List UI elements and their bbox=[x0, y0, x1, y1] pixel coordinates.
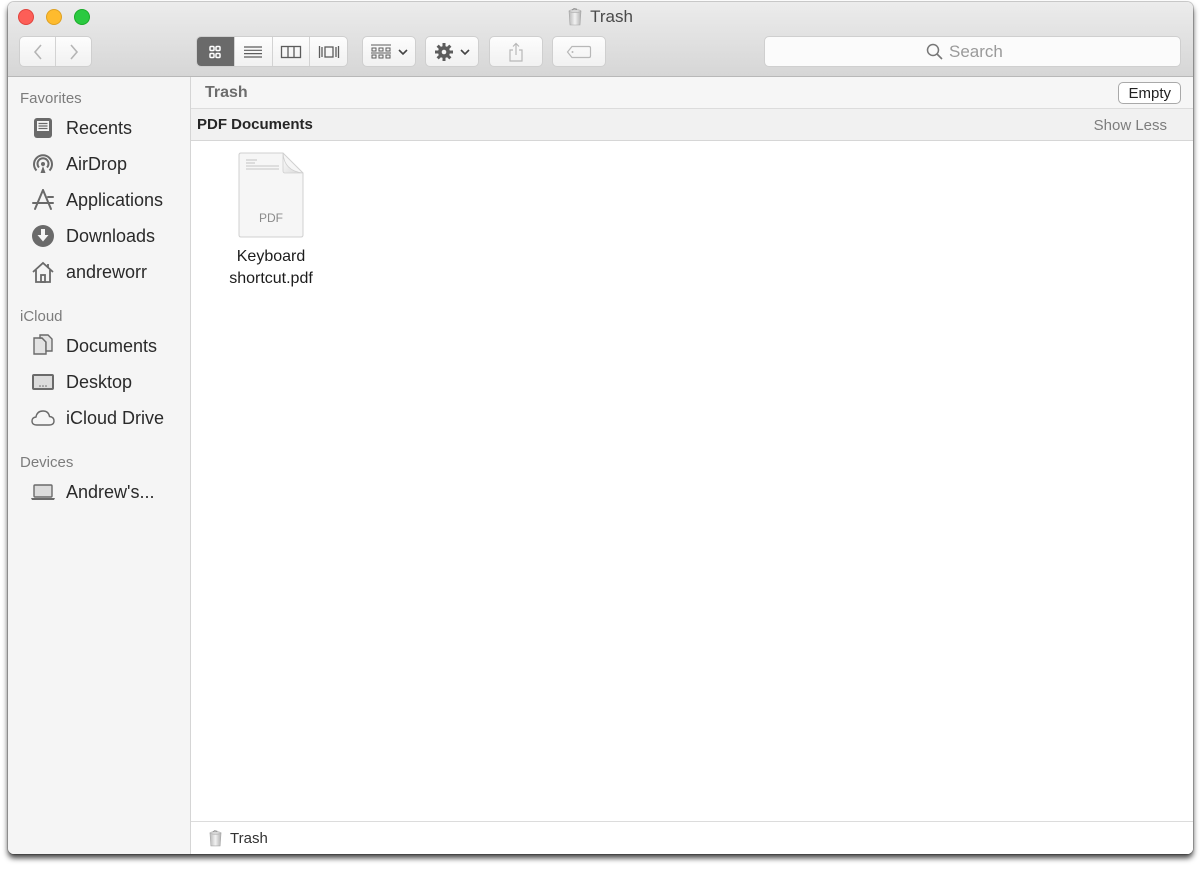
sidebar-section-icloud: iCloud bbox=[20, 308, 63, 325]
sidebar-item-label: Documents bbox=[66, 335, 158, 356]
icon-view-button[interactable] bbox=[197, 37, 234, 66]
location-header: Trash Empty bbox=[191, 77, 1193, 109]
cover-flow-icon bbox=[318, 45, 339, 58]
grid-icon bbox=[209, 45, 222, 58]
sidebar-item-label: Recents bbox=[66, 117, 133, 138]
location-title: Trash bbox=[205, 84, 248, 101]
file-name-line: Keyboard bbox=[236, 248, 306, 265]
file-item[interactable]: PDF Keyboard shortcut.pdf bbox=[216, 151, 326, 290]
sidebar-item-device[interactable]: Andrew's... bbox=[30, 477, 154, 507]
navigation-buttons bbox=[19, 36, 92, 67]
chevron-down-icon bbox=[398, 48, 408, 55]
sidebar-section-favorites: Favorites bbox=[20, 90, 82, 107]
list-icon bbox=[244, 45, 263, 58]
group-title: PDF Documents bbox=[197, 116, 313, 133]
sidebar-section-devices: Devices bbox=[20, 454, 74, 471]
share-icon bbox=[509, 42, 523, 62]
desktop-icon bbox=[30, 369, 56, 395]
sidebar-item-desktop[interactable]: Desktop bbox=[30, 367, 132, 397]
trash-icon bbox=[568, 8, 582, 26]
gear-icon bbox=[435, 42, 453, 61]
empty-trash-button[interactable]: Empty bbox=[1118, 82, 1181, 104]
sidebar-item-label: Applications bbox=[66, 189, 164, 210]
action-menu-button[interactable] bbox=[425, 36, 479, 67]
sidebar-item-downloads[interactable]: Downloads bbox=[30, 221, 155, 251]
file-type-badge: PDF bbox=[259, 211, 283, 225]
file-name-line: shortcut.pdf bbox=[229, 270, 313, 287]
recents-icon bbox=[30, 115, 56, 141]
cover-flow-view-button[interactable] bbox=[309, 37, 347, 66]
show-less-link[interactable]: Show Less bbox=[1094, 117, 1167, 134]
search-input[interactable] bbox=[949, 41, 1019, 62]
column-view-button[interactable] bbox=[271, 37, 310, 66]
arrange-menu-button[interactable] bbox=[362, 36, 416, 67]
pdf-file-icon: PDF bbox=[237, 151, 305, 239]
path-bar: Trash bbox=[191, 821, 1193, 854]
file-name: Keyboard shortcut.pdf bbox=[216, 246, 326, 290]
window-title-text: Trash bbox=[590, 7, 633, 26]
sidebar-item-label: andreworr bbox=[66, 261, 148, 282]
laptop-icon bbox=[30, 479, 56, 505]
sidebar-item-label: iCloud Drive bbox=[66, 407, 165, 428]
forward-button[interactable] bbox=[55, 37, 91, 66]
arrange-grid-icon bbox=[371, 44, 391, 58]
airdrop-icon bbox=[30, 151, 56, 177]
toolbar: Trash bbox=[8, 2, 1193, 77]
tag-icon bbox=[566, 45, 592, 58]
sidebar-item-label: Downloads bbox=[66, 225, 156, 246]
columns-icon bbox=[280, 45, 302, 58]
path-bar-label[interactable]: Trash bbox=[230, 830, 268, 847]
chevron-left-icon bbox=[33, 43, 42, 60]
list-view-button[interactable] bbox=[233, 37, 272, 66]
back-button[interactable] bbox=[20, 37, 55, 66]
sidebar-item-icloud-drive[interactable]: iCloud Drive bbox=[30, 403, 164, 433]
sidebar: Favorites Recents AirDrop Applications D… bbox=[8, 77, 191, 854]
home-icon bbox=[30, 259, 56, 285]
window-title: Trash bbox=[8, 7, 1193, 27]
sidebar-item-recents[interactable]: Recents bbox=[30, 113, 132, 143]
cloud-icon bbox=[30, 405, 56, 431]
sidebar-item-applications[interactable]: Applications bbox=[30, 185, 163, 215]
search-icon bbox=[926, 43, 943, 60]
trash-icon bbox=[209, 829, 222, 847]
applications-icon bbox=[30, 187, 56, 213]
documents-icon bbox=[30, 333, 56, 359]
sidebar-item-label: Desktop bbox=[66, 371, 133, 392]
search-field[interactable] bbox=[764, 36, 1181, 67]
downloads-icon bbox=[30, 223, 56, 249]
main-content: Trash Empty PDF Documents Show Less PDF … bbox=[191, 77, 1193, 854]
sidebar-item-documents[interactable]: Documents bbox=[30, 331, 157, 361]
tag-button[interactable] bbox=[552, 36, 606, 67]
sidebar-item-label: Andrew's... bbox=[66, 481, 155, 502]
share-button[interactable] bbox=[489, 36, 543, 67]
finder-window: Trash Search Favorites Recents AirDrop A… bbox=[8, 2, 1193, 854]
group-header: PDF Documents Show Less bbox=[191, 109, 1193, 141]
sidebar-item-home[interactable]: andreworr bbox=[30, 257, 147, 287]
view-mode-segmented-control bbox=[196, 36, 348, 67]
chevron-down-icon bbox=[460, 48, 470, 55]
sidebar-item-airdrop[interactable]: AirDrop bbox=[30, 149, 127, 179]
sidebar-item-label: AirDrop bbox=[66, 153, 128, 174]
chevron-right-icon bbox=[69, 43, 78, 60]
